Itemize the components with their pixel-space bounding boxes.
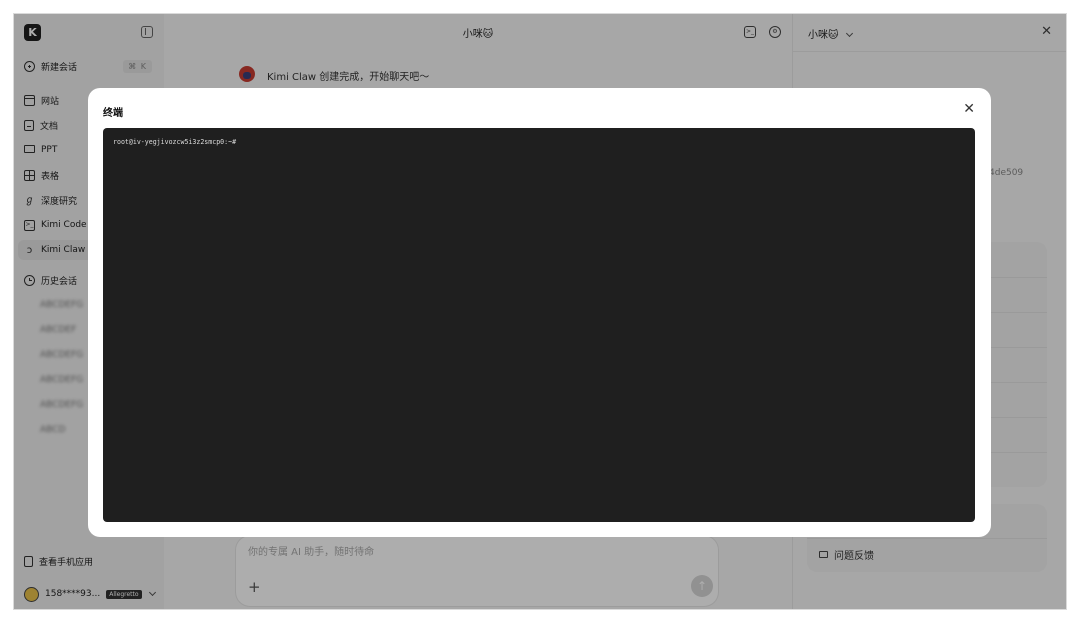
app-window: K 新建会话 ⌘ K 网站 文档 PPT 表格 ℊ 深度研究 >_ Kimi C… [14,14,1066,609]
dialog-title: 终端 [103,108,123,119]
terminal-screen[interactable]: root@iv-yegjivozcw5i3z2smcp0:~# [103,128,975,522]
terminal-prompt: root@iv-yegjivozcw5i3z2smcp0:~# [113,138,237,146]
close-icon[interactable]: ✕ [963,101,975,117]
terminal-dialog: 终端 ✕ root@iv-yegjivozcw5i3z2smcp0:~# [88,88,991,537]
